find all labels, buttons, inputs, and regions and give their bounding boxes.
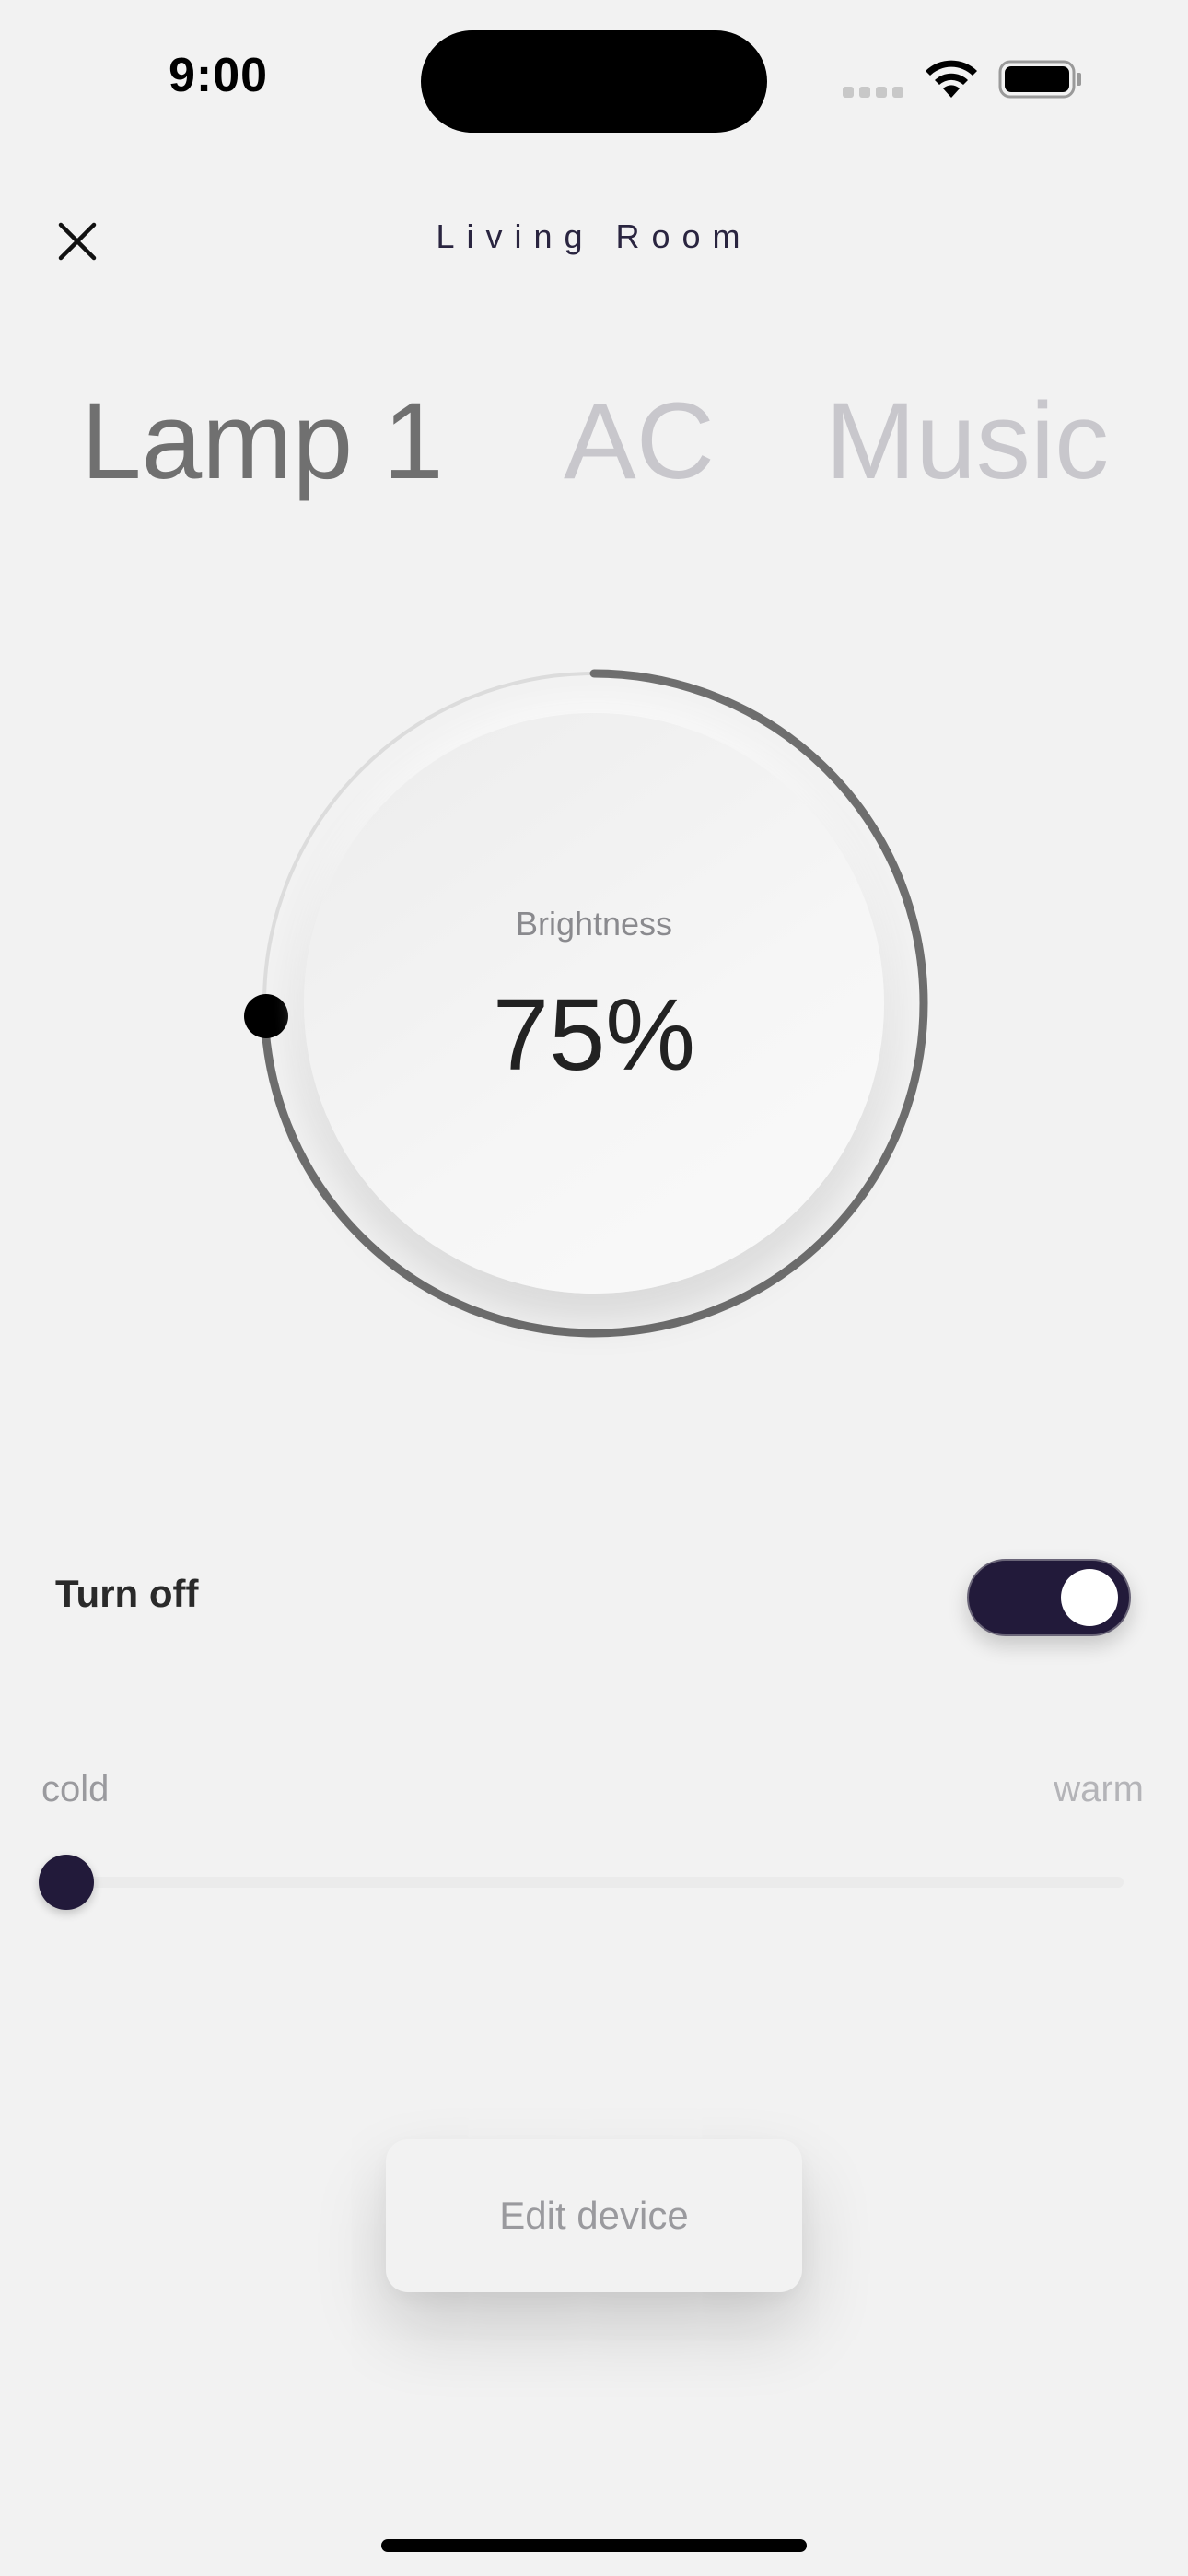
cold-label: cold	[41, 1769, 110, 1809]
battery-icon	[998, 60, 1081, 99]
tab-lamp-1[interactable]: Lamp 1	[81, 372, 444, 510]
status-time: 9:00	[169, 49, 269, 102]
device-tabs: Lamp 1 AC Music	[0, 372, 1188, 510]
device-control-screen: 9:00 Living Room Lamp 1 AC Music Brightn…	[0, 0, 1188, 2576]
tab-music[interactable]: Music	[825, 372, 1109, 510]
toggle-knob	[1061, 1569, 1118, 1626]
warm-label: warm	[1054, 1769, 1144, 1809]
edit-device-button[interactable]: Edit device	[386, 2139, 802, 2292]
turn-off-label: Turn off	[55, 1572, 199, 1615]
dynamic-island	[421, 30, 767, 133]
home-indicator	[381, 2539, 807, 2552]
brightness-dial[interactable]: Brightness 75%	[238, 647, 950, 1360]
temperature-slider-thumb[interactable]	[39, 1855, 94, 1910]
tab-ac[interactable]: AC	[564, 372, 715, 510]
temperature-slider-track[interactable]	[64, 1877, 1124, 1888]
power-toggle[interactable]	[967, 1559, 1131, 1636]
cellular-signal-icon	[843, 87, 905, 98]
brightness-value: 75%	[492, 978, 696, 1092]
brightness-label: Brightness	[515, 905, 673, 943]
room-title: Living Room	[436, 217, 752, 255]
wifi-icon	[926, 60, 977, 98]
